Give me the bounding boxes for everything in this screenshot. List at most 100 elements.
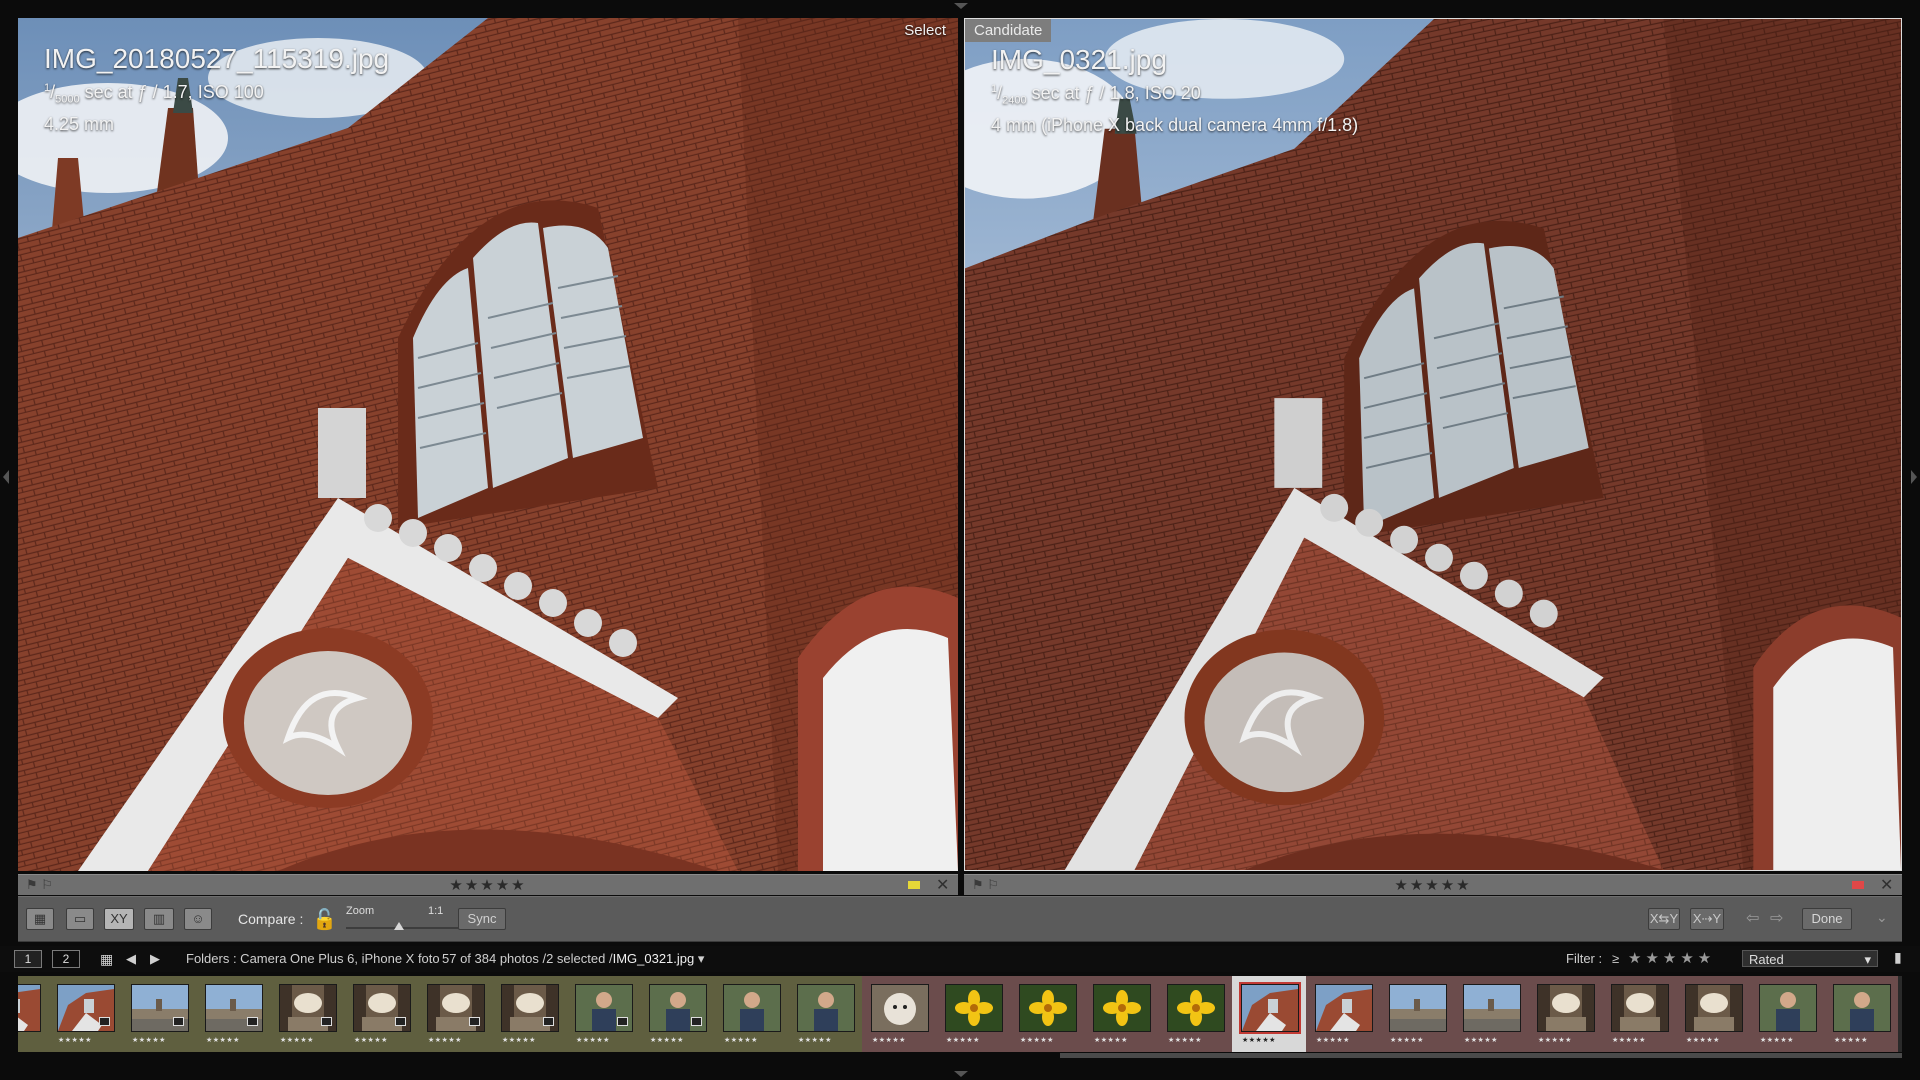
sync-button[interactable]: Sync [458, 908, 506, 930]
filter-label: Filter : [1566, 951, 1603, 966]
select-star-rating[interactable]: ★★★★★ [18, 876, 958, 894]
candidate-color-label[interactable] [1852, 881, 1864, 889]
loupe-view-icon[interactable]: ▭ [66, 908, 94, 930]
select-photo-info: IMG_20180527_115319.jpg 1/5000 sec at ƒ … [44, 42, 389, 136]
filter-preset-select[interactable]: Rated ▾ [1742, 950, 1878, 967]
candidate-exposure: 1/2400 sec at ƒ / 1.8, ISO 20 [991, 83, 1201, 107]
filmstrip-star-rating: ★★★★★ [1094, 1037, 1128, 1044]
window-2-button[interactable]: 2 [52, 950, 80, 968]
compare-view-button[interactable]: XY [104, 908, 134, 930]
candidate-close-icon[interactable]: ✕ [1880, 875, 1893, 895]
grid-icon[interactable]: ▦ [100, 951, 113, 968]
done-button[interactable]: Done [1802, 908, 1852, 930]
filmstrip-cell[interactable]: ★★★★★ [862, 976, 936, 1052]
lock-icon[interactable]: 🔓 [312, 907, 337, 932]
filter-stars[interactable]: ★★★★★ [1628, 949, 1715, 967]
filmstrip[interactable]: ★★★★★ ★★★★★ ★★★★★ ★★★★★ ★★★★★ ★★★★★ ★★★★★ ★★★★★… [18, 976, 1902, 1052]
filmstrip-cell[interactable] [18, 976, 48, 1052]
filmstrip-thumbnail [18, 984, 41, 1032]
photo-count[interactable]: 57 of 384 photos /2 selected /IMG_0321.j… [442, 951, 704, 967]
zoom-slider-thumb[interactable] [394, 922, 405, 930]
grid-view-icon[interactable]: ▦ [26, 908, 54, 930]
folders-source[interactable]: Folders : Camera One Plus 6, iPhone X fo… [186, 951, 440, 966]
filmstrip-thumbnail [1611, 984, 1669, 1032]
filmstrip-cell[interactable]: ★★★★★ [122, 976, 196, 1052]
select-filename: IMG_20180527_115319.jpg [44, 43, 390, 74]
edited-badge-icon [99, 1017, 110, 1026]
filter-operator[interactable]: ≥ [1612, 951, 1619, 966]
filmstrip-thumbnail [1019, 984, 1077, 1032]
filmstrip-cell[interactable]: ★★★★★ [1010, 976, 1084, 1052]
right-panel-toggle-icon[interactable] [1911, 470, 1917, 484]
previous-arrow-icon[interactable]: ⇦ [1746, 908, 1759, 928]
select-info-bar: ⚑ ⚐ ★★★★★ ✕ [18, 874, 958, 895]
filmstrip-star-rating: ★★★★★ [502, 1037, 536, 1044]
left-panel-toggle-icon[interactable] [3, 470, 9, 484]
edited-badge-icon [395, 1017, 406, 1026]
filmstrip-star-rating: ★★★★★ [206, 1037, 240, 1044]
filmstrip-thumbnail [871, 984, 929, 1032]
filmstrip-cell[interactable]: ★★★★★ [1824, 976, 1898, 1052]
filmstrip-thumbnail [723, 984, 781, 1032]
filmstrip-star-rating: ★★★★★ [1242, 1037, 1276, 1044]
filmstrip-star-rating: ★★★★★ [1464, 1037, 1498, 1044]
filmstrip-cell[interactable]: ★★★★★ [1602, 976, 1676, 1052]
filmstrip-cell[interactable]: ★★★★★ [1676, 976, 1750, 1052]
filmstrip-cell[interactable]: ★★★★★ [1380, 976, 1454, 1052]
filmstrip-cell[interactable]: ★★★★★ [48, 976, 122, 1052]
filmstrip-cell[interactable]: ★★★★★ [196, 976, 270, 1052]
bottom-panel-toggle-icon[interactable] [954, 1071, 968, 1077]
filmstrip-cell[interactable]: ★★★★★ [714, 976, 788, 1052]
select-photo-pane[interactable]: IMG_20180527_115319.jpg 1/5000 sec at ƒ … [18, 18, 958, 871]
next-arrow-icon[interactable]: ⇨ [1770, 908, 1783, 928]
filmstrip-star-rating: ★★★★★ [280, 1037, 314, 1044]
candidate-photo-image [965, 19, 1901, 870]
window-1-button[interactable]: 1 [14, 950, 42, 968]
filmstrip-cell[interactable]: ★★★★★ [418, 976, 492, 1052]
zoom-value: 1:1 [428, 905, 444, 917]
select-close-icon[interactable]: ✕ [936, 875, 949, 895]
filmstrip-star-rating: ★★★★★ [354, 1037, 388, 1044]
filmstrip-cell[interactable]: ★★★★★ [270, 976, 344, 1052]
candidate-focal-length: 4 mm (iPhone X back dual camera 4mm f/1.… [991, 114, 1359, 135]
filmstrip-thumbnail [1093, 984, 1151, 1032]
filmstrip-star-rating: ★★★★★ [1316, 1037, 1350, 1044]
zoom-slider[interactable] [346, 927, 464, 929]
filmstrip-cell-selected[interactable]: ★★★★★ [1232, 976, 1306, 1052]
swap-button[interactable]: X⇆Y [1648, 908, 1680, 930]
candidate-star-rating[interactable]: ★★★★★ [964, 876, 1902, 894]
filmstrip-cell[interactable]: ★★★★★ [1084, 976, 1158, 1052]
compare-label: Compare : [238, 911, 304, 927]
filmstrip-star-rating: ★★★★★ [946, 1037, 980, 1044]
filmstrip-cell[interactable]: ★★★★★ [492, 976, 566, 1052]
back-arrow-icon[interactable]: ◀ [126, 951, 136, 967]
toolbar-menu-chevron-icon[interactable]: ⌄ [1876, 909, 1888, 926]
make-select-button[interactable]: X⇢Y [1690, 908, 1724, 930]
select-color-label[interactable] [908, 881, 920, 889]
filmstrip-cell[interactable]: ★★★★★ [936, 976, 1010, 1052]
survey-view-icon[interactable]: ▥ [144, 908, 174, 930]
filmstrip-cell[interactable]: ★★★★★ [1306, 976, 1380, 1052]
filmstrip-cell[interactable]: ★★★★★ [344, 976, 418, 1052]
zoom-label: Zoom [346, 905, 375, 917]
forward-arrow-icon[interactable]: ▶ [150, 951, 160, 967]
filmstrip-scrollbar[interactable] [1060, 1053, 1902, 1058]
filmstrip-star-rating: ★★★★★ [1168, 1037, 1202, 1044]
filmstrip-cell[interactable]: ★★★★★ [1750, 976, 1824, 1052]
filmstrip-cell[interactable]: ★★★★★ [1158, 976, 1232, 1052]
people-view-icon[interactable]: ☺ [184, 908, 212, 930]
filmstrip-cell[interactable]: ★★★★★ [1454, 976, 1528, 1052]
filmstrip-cell[interactable]: ★★★★★ [788, 976, 862, 1052]
filmstrip-star-rating: ★★★★★ [576, 1037, 610, 1044]
filmstrip-star-rating: ★★★★★ [650, 1037, 684, 1044]
filmstrip-cell[interactable]: ★★★★★ [1528, 976, 1602, 1052]
filmstrip-star-rating: ★★★★★ [872, 1037, 906, 1044]
filmstrip-thumbnail [1315, 984, 1373, 1032]
filmstrip-star-rating: ★★★★★ [1020, 1037, 1054, 1044]
select-tag: Select [904, 22, 946, 39]
filmstrip-cell[interactable]: ★★★★★ [640, 976, 714, 1052]
filter-lock-icon[interactable]: ▮ [1894, 949, 1902, 966]
top-panel-toggle-icon[interactable] [954, 3, 968, 9]
filmstrip-cell[interactable]: ★★★★★ [566, 976, 640, 1052]
candidate-photo-pane[interactable]: Candidate IMG_0321.jpg 1/2400 sec at ƒ /… [964, 18, 1902, 871]
